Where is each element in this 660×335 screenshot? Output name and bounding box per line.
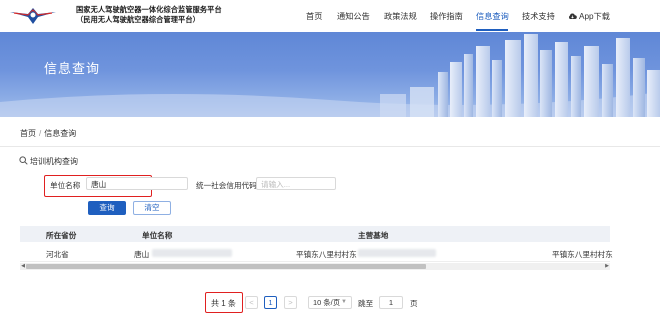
jump-to-label: 跳至 <box>358 299 374 308</box>
caac-logo[interactable] <box>8 4 58 26</box>
breadcrumb-separator: / <box>39 129 42 138</box>
site-title-line1: 国家无人驾驶航空器一体化综合监管服务平台 <box>76 5 222 14</box>
unit-name-input[interactable]: 唐山 <box>86 177 188 190</box>
active-nav-indicator <box>476 29 508 31</box>
credit-code-label: 统一社会信用代码 <box>196 181 257 190</box>
clear-button[interactable]: 清空 <box>133 201 171 215</box>
pagination-total: 共 1 条 <box>211 299 236 308</box>
credit-code-input[interactable]: 请输入... <box>256 177 336 190</box>
nav-notices[interactable]: 通知公告 <box>337 10 370 22</box>
cell-base: 平镇东八里村村东 <box>296 250 357 259</box>
banner-title: 信息查询 <box>44 61 101 76</box>
nav-guide[interactable]: 操作指南 <box>430 10 463 22</box>
breadcrumb-current: 信息查询 <box>44 129 77 138</box>
pagination-next-button[interactable]: > <box>284 296 297 309</box>
column-header-base: 主营基地 <box>358 231 389 240</box>
nav-app-download-label: App下载 <box>579 12 610 21</box>
nav-home[interactable]: 首页 <box>306 10 322 22</box>
chevron-down-icon: ▼ <box>341 299 347 305</box>
row-divider <box>20 261 610 262</box>
divider <box>0 146 660 147</box>
search-icon <box>19 156 28 165</box>
unit-name-label: 单位名称 <box>50 181 81 190</box>
cell-base-extra: 平镇东八里村村东 <box>552 250 613 259</box>
banner: 信息查询 <box>0 32 660 117</box>
nav-app-download[interactable]: App下载 <box>568 10 610 22</box>
site-title: 国家无人驾驶航空器一体化综合监管服务平台 （民用无人驾驶航空器综合管理平台） <box>76 5 222 25</box>
section-title: 培训机构查询 <box>30 157 78 166</box>
pagination-prev-button[interactable]: < <box>245 296 258 309</box>
scroll-right-arrow-icon[interactable]: ▶ <box>604 263 610 270</box>
column-header-province: 所在省份 <box>46 231 77 240</box>
cell-unit-name: 唐山 <box>134 250 150 259</box>
pagination-page-1[interactable]: 1 <box>264 296 277 309</box>
site-title-line2: （民用无人驾驶航空器综合管理平台） <box>76 15 200 24</box>
jump-to-input[interactable]: 1 <box>379 296 403 309</box>
nav-support[interactable]: 技术支持 <box>522 10 555 22</box>
cell-province: 河北省 <box>46 250 69 259</box>
nav-info-query[interactable]: 信息查询 <box>476 10 509 22</box>
breadcrumb: 首页 / 信息查询 <box>20 128 76 139</box>
table-header <box>20 226 610 242</box>
nav-policies[interactable]: 政策法规 <box>384 10 417 22</box>
page-size-value: 10 条/页 <box>313 298 341 307</box>
cloud-download-icon <box>568 13 577 20</box>
query-button[interactable]: 查询 <box>88 201 126 215</box>
scrollbar-thumb[interactable] <box>26 264 426 269</box>
page-unit-label: 页 <box>410 299 418 308</box>
redacted-base <box>358 249 436 257</box>
redacted-unit-name <box>152 249 232 257</box>
page-size-select[interactable]: 10 条/页 ▼ <box>308 296 352 309</box>
breadcrumb-home[interactable]: 首页 <box>20 129 36 138</box>
column-header-unit-name: 单位名称 <box>142 231 173 240</box>
header: 国家无人驾驶航空器一体化综合监管服务平台 （民用无人驾驶航空器综合管理平台） 首… <box>0 0 660 32</box>
